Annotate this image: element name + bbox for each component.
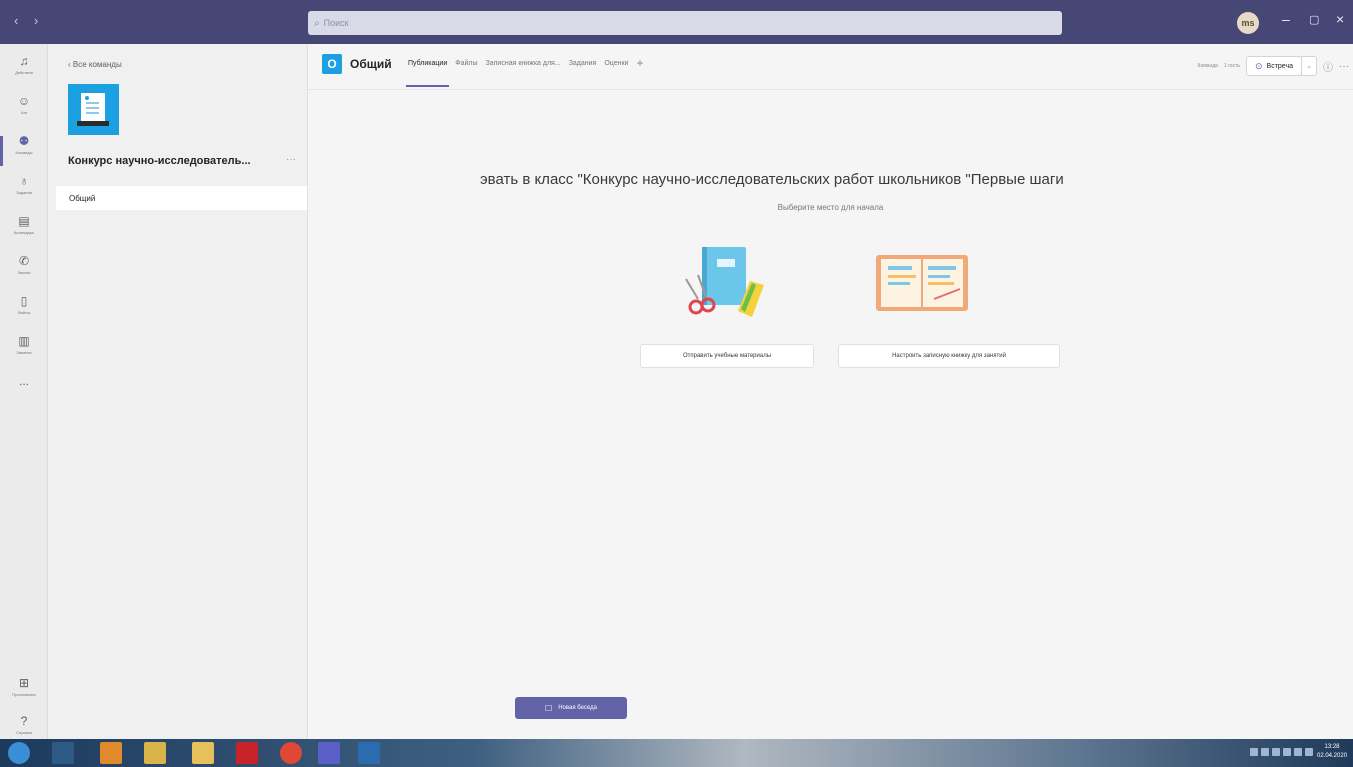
tab-bar: Публикации Файлы Записная книжка для... … — [405, 56, 643, 87]
chrome-app-icon[interactable] — [280, 742, 302, 764]
team-panel: ‹ Все команды Конкурс научно-исследовате… — [48, 44, 308, 739]
close-icon[interactable]: × — [1336, 11, 1344, 27]
pdf-app-icon[interactable] — [236, 742, 258, 764]
bell-icon: ♫ — [19, 54, 29, 68]
document-icon — [81, 93, 105, 123]
taskbar: 13:28 02.04.2020 — [0, 739, 1353, 767]
rail-item-calls[interactable]: ✆ Звонки — [0, 254, 48, 294]
maximize-icon[interactable]: ▢ — [1309, 13, 1319, 26]
channel-icon: О — [322, 54, 342, 74]
minimize-icon[interactable]: – — [1282, 11, 1290, 27]
tab-assignments[interactable]: Задания — [569, 60, 597, 70]
rail-item-more[interactable]: ... — [0, 374, 48, 414]
all-teams-link[interactable]: ‹ Все команды — [68, 60, 122, 69]
rail-item-assignments[interactable]: ♁ Задания — [0, 174, 48, 214]
notebook-illustration — [876, 255, 968, 311]
main-area: О Общий Публикации Файлы Записная книжка… — [308, 44, 1353, 739]
notebook-icon: ▥ — [18, 334, 30, 348]
more-options-icon[interactable]: ··· — [1339, 61, 1349, 72]
header-actions: Команда 1 гость ⊙ Встреча ⌄ ⓘ ··· — [1198, 56, 1353, 76]
more-icon: ... — [18, 374, 29, 388]
search-placeholder: Поиск — [323, 18, 349, 28]
channel-title: Общий — [350, 57, 392, 71]
meet-button[interactable]: ⊙ Встреча — [1245, 56, 1302, 76]
school-supplies-illustration — [685, 247, 764, 317]
rail-item-calendar[interactable]: ▤ Календарь — [0, 214, 48, 254]
history-nav[interactable]: ‹ › — [14, 13, 44, 28]
rail-item-apps[interactable]: ⊞ Приложения — [0, 676, 48, 716]
teams-app-icon[interactable] — [318, 742, 340, 764]
calendar-icon: ▤ — [18, 214, 30, 228]
team-avatar — [68, 84, 119, 135]
tab-grades[interactable]: Оценки — [604, 60, 628, 70]
tab-posts[interactable]: Публикации — [405, 60, 450, 87]
team-more-icon[interactable]: ··· — [286, 154, 296, 165]
compose-icon: ☐ — [545, 703, 553, 713]
channel-header: О Общий Публикации Файлы Записная книжка… — [308, 44, 1353, 90]
file-icon: ▯ — [20, 294, 28, 308]
rail-item-notes[interactable]: ▥ Заметки — [0, 334, 48, 374]
rail-item-files[interactable]: ▯ Файлы — [0, 294, 48, 334]
welcome-title: эвать в класс "Конкурс научно-исследоват… — [480, 171, 1064, 188]
explorer-app-icon[interactable] — [144, 742, 166, 764]
teams-icon: ⚉ — [18, 134, 30, 148]
meet-dropdown[interactable]: ⌄ — [1301, 56, 1317, 76]
start-button-icon[interactable] — [8, 742, 30, 764]
word-app-icon[interactable] — [358, 742, 380, 764]
vlc-app-icon[interactable] — [100, 742, 122, 764]
app-rail: ♫ Действия ☺ Чат ⚉ Команды ♁ Задания ▤ К… — [0, 44, 48, 739]
rail-item-teams[interactable]: ⚉ Команды — [0, 134, 48, 174]
team-name: Конкурс научно-исследователь... — [68, 155, 251, 167]
phone-icon: ✆ — [18, 254, 30, 268]
avatar[interactable]: ms — [1237, 12, 1259, 34]
search-icon: ⌕ — [314, 17, 320, 29]
new-chat-button[interactable]: ☐ Новая беседа — [515, 697, 627, 719]
setup-notebook-button[interactable]: Настроить записную книжку для занятий — [838, 344, 1060, 368]
search-input[interactable]: ⌕ Поиск — [308, 11, 1062, 35]
tab-class-notebook[interactable]: Записная книжка для... — [486, 60, 561, 70]
team-button[interactable]: Команда — [1198, 63, 1218, 69]
help-icon: ? — [20, 714, 28, 728]
folder-app-icon[interactable] — [192, 742, 214, 764]
meet-label: Встреча — [1266, 62, 1293, 70]
info-icon[interactable]: ⓘ — [1323, 59, 1333, 74]
upload-materials-button[interactable]: Отправить учебные материалы — [640, 344, 814, 368]
system-tray[interactable] — [1250, 748, 1313, 756]
channel-item-general[interactable]: Общий — [56, 186, 307, 210]
rail-item-activity[interactable]: ♫ Действия — [0, 54, 48, 94]
tab-files[interactable]: Файлы — [455, 60, 477, 70]
rail-item-chat[interactable]: ☺ Чат — [0, 94, 48, 134]
clock[interactable]: 13:28 02.04.2020 — [1317, 743, 1347, 761]
welcome-subtitle: Выберите место для начала — [777, 203, 884, 212]
new-chat-label: Новая беседа — [558, 705, 597, 711]
chat-icon: ☺ — [17, 94, 31, 108]
media-app-icon[interactable] — [52, 742, 74, 764]
video-icon: ⊙ — [1254, 60, 1263, 71]
assignments-icon: ♁ — [19, 174, 29, 188]
title-bar: ‹ › ⌕ Поиск ms – ▢ × — [0, 0, 1353, 44]
guests-count[interactable]: 1 гость — [1224, 63, 1240, 69]
add-tab-icon[interactable]: + — [636, 56, 643, 70]
apps-icon: ⊞ — [18, 676, 30, 690]
